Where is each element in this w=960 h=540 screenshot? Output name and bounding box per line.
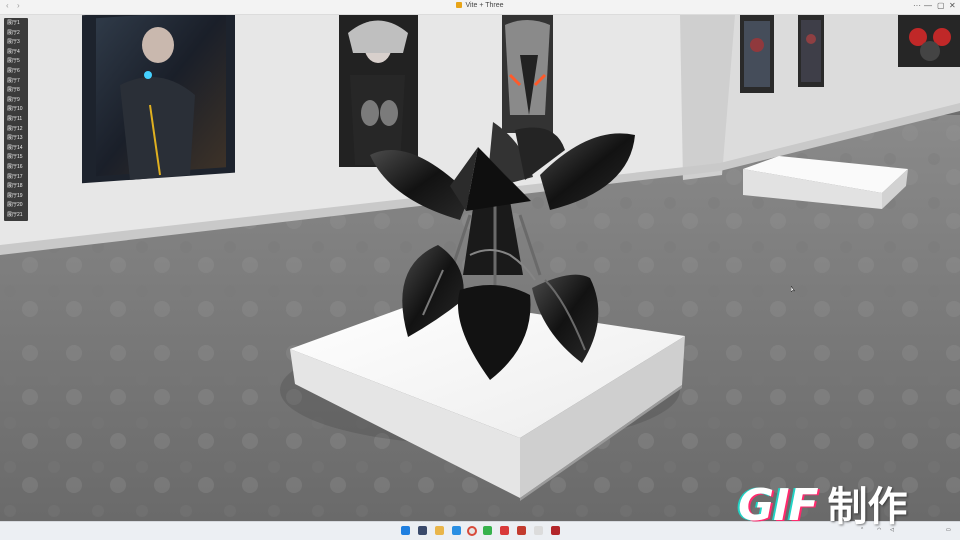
menu-item-5[interactable]: 展厅5 [4, 57, 28, 67]
menu-item-2[interactable]: 展厅2 [4, 29, 28, 39]
minimize-icon[interactable]: — [924, 1, 932, 10]
file-explorer-icon[interactable] [418, 526, 427, 535]
menu-item-19[interactable]: 展厅19 [4, 192, 28, 202]
poster-left [82, 15, 235, 184]
menu-item-10[interactable]: 展厅10 [4, 105, 28, 115]
wps-writer-icon[interactable] [517, 526, 526, 535]
menu-item-15[interactable]: 展厅15 [4, 153, 28, 163]
folder-icon[interactable] [435, 526, 444, 535]
menu-item-16[interactable]: 展厅16 [4, 163, 28, 173]
app-icon-2[interactable] [551, 526, 560, 535]
menu-item-9[interactable]: 展厅9 [4, 96, 28, 106]
exhibit-menu: 展厅1 展厅2 展厅3 展厅4 展厅5 展厅6 展厅7 展厅8 展厅9 展厅10… [4, 18, 28, 222]
poster-right-2 [798, 15, 824, 87]
menu-item-21[interactable]: 展厅21 [4, 211, 28, 221]
poster-right-3 [898, 15, 960, 67]
menu-item-8[interactable]: 展厅8 [4, 86, 28, 96]
app-icon-1[interactable] [534, 526, 543, 535]
vscode-icon[interactable] [452, 526, 461, 535]
menu-item-17[interactable]: 展厅17 [4, 173, 28, 183]
wechat-icon[interactable] [483, 526, 492, 535]
menu-item-18[interactable]: 展厅18 [4, 182, 28, 192]
gif-watermark: GIF 制作 [738, 474, 908, 532]
menu-item-1[interactable]: 展厅1 [4, 19, 28, 29]
window-title: Vite + Three [0, 2, 960, 9]
browser-title-bar: ‹ › Vite + Three ··· — ▢ ✕ [0, 0, 960, 15]
maximize-icon[interactable]: ▢ [937, 1, 945, 10]
window-title-text: Vite + Three [465, 2, 504, 9]
poster-right-1 [740, 15, 774, 93]
menu-item-6[interactable]: 展厅6 [4, 67, 28, 77]
windows-start-icon[interactable] [401, 526, 410, 535]
close-icon[interactable]: ✕ [949, 1, 956, 10]
more-icon[interactable]: ··· [913, 1, 921, 10]
vite-logo-icon [456, 2, 463, 8]
chrome-icon[interactable] [467, 526, 477, 536]
notification-icon[interactable]: ▭ [946, 527, 951, 533]
mouse-cursor-icon [791, 286, 795, 293]
wps-icon[interactable] [500, 526, 509, 535]
menu-item-4[interactable]: 展厅4 [4, 48, 28, 58]
menu-item-12[interactable]: 展厅12 [4, 125, 28, 135]
poster-center-left [339, 15, 418, 167]
watermark-gif-text: GIF [738, 480, 819, 531]
menu-item-7[interactable]: 展厅7 [4, 77, 28, 87]
menu-item-3[interactable]: 展厅3 [4, 38, 28, 48]
poster-center [502, 15, 553, 133]
menu-item-11[interactable]: 展厅11 [4, 115, 28, 125]
menu-item-13[interactable]: 展厅13 [4, 134, 28, 144]
menu-item-14[interactable]: 展厅14 [4, 144, 28, 154]
watermark-cn-text: 制作 [827, 484, 908, 530]
gallery-scene[interactable] [0, 15, 960, 521]
menu-item-20[interactable]: 展厅20 [4, 201, 28, 211]
